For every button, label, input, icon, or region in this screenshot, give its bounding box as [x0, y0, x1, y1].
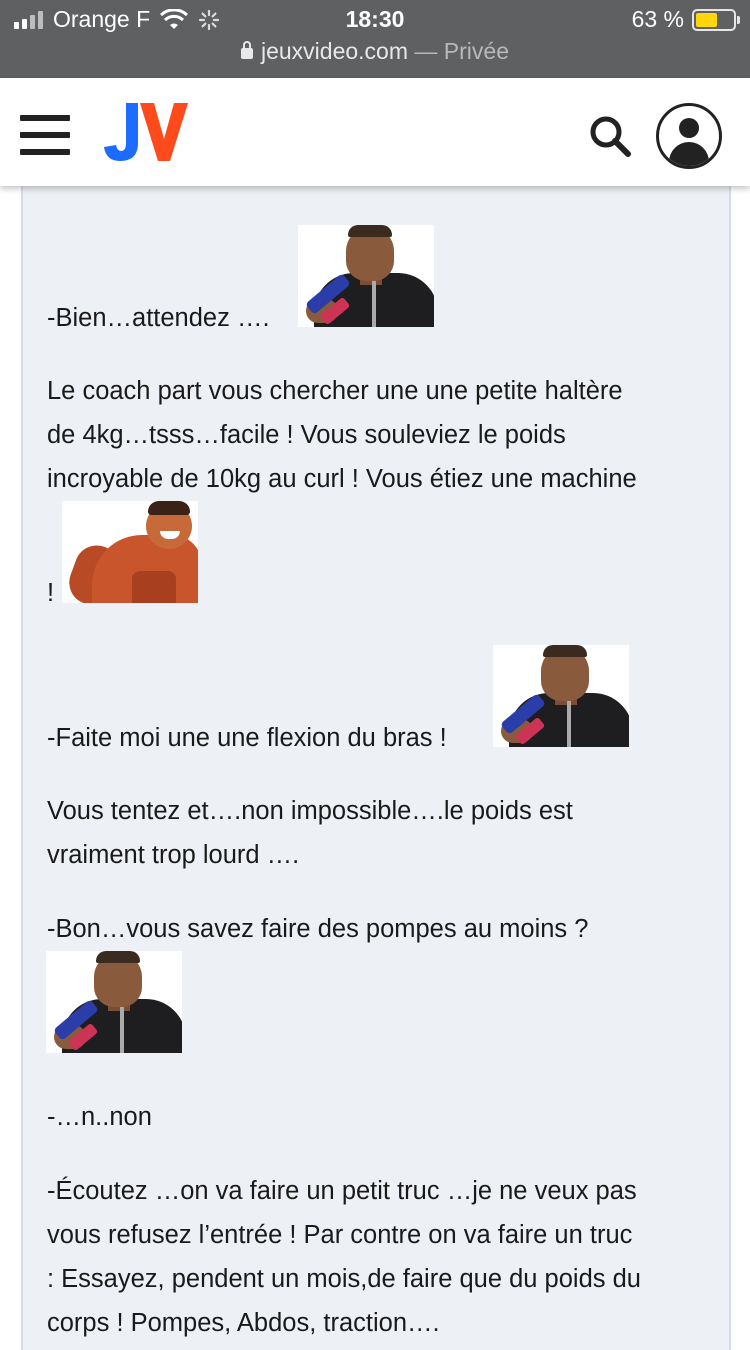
- post-line: -Bien…attendez ….: [47, 304, 270, 332]
- lock-icon: [240, 41, 253, 59]
- ios-status-bar: Orange F 18:30 63 % jeuxvideo.com — Priv…: [0, 0, 750, 78]
- forum-post-body: -Bien…attendez …. Le coach part vous che…: [21, 150, 731, 1350]
- battery-icon: [692, 8, 740, 31]
- post-line: vraiment trop lourd ….: [47, 841, 300, 869]
- post-line: !: [47, 579, 55, 607]
- battery-info: 63 %: [631, 6, 740, 33]
- user-account-icon[interactable]: [656, 103, 722, 169]
- post-line: corps ! Pompes, Abdos, traction….: [47, 1309, 440, 1337]
- hamburger-menu-icon[interactable]: [20, 115, 70, 155]
- post-line: -Écoutez …on va faire un petit truc …je …: [47, 1177, 637, 1205]
- post-line: de 4kg…tsss…facile ! Vous souleviez le p…: [47, 421, 566, 449]
- post-line: Le coach part vous chercher une une peti…: [47, 377, 623, 405]
- site-header: [0, 78, 750, 186]
- post-line: incroyable de 10kg au curl ! Vous étiez …: [47, 465, 637, 493]
- jv-logo[interactable]: [104, 101, 188, 163]
- post-line: -…n..non: [47, 1103, 152, 1131]
- battery-percent: 63 %: [631, 6, 684, 32]
- search-icon[interactable]: [588, 114, 632, 158]
- url-text: jeuxvideo.com: [260, 38, 409, 64]
- private-label: — Privée: [414, 38, 509, 64]
- post-line: : Essayez, pendent un mois,de faire que …: [47, 1265, 641, 1293]
- sticker-muscle-image[interactable]: [62, 501, 198, 603]
- post-line: Vous tentez et….non impossible….le poids…: [47, 797, 573, 825]
- sticker-henry-image[interactable]: [493, 645, 629, 747]
- post-line: vous refusez l’entrée ! Par contre on va…: [47, 1221, 633, 1249]
- post-line: -Faite moi une une flexion du bras !: [47, 724, 447, 752]
- sticker-henry-image[interactable]: [46, 951, 182, 1053]
- address-bar[interactable]: jeuxvideo.com — Privée: [0, 38, 750, 65]
- post-line: -Bon…vous savez faire des pompes au moin…: [47, 915, 589, 943]
- sticker-henry-image[interactable]: [298, 225, 434, 327]
